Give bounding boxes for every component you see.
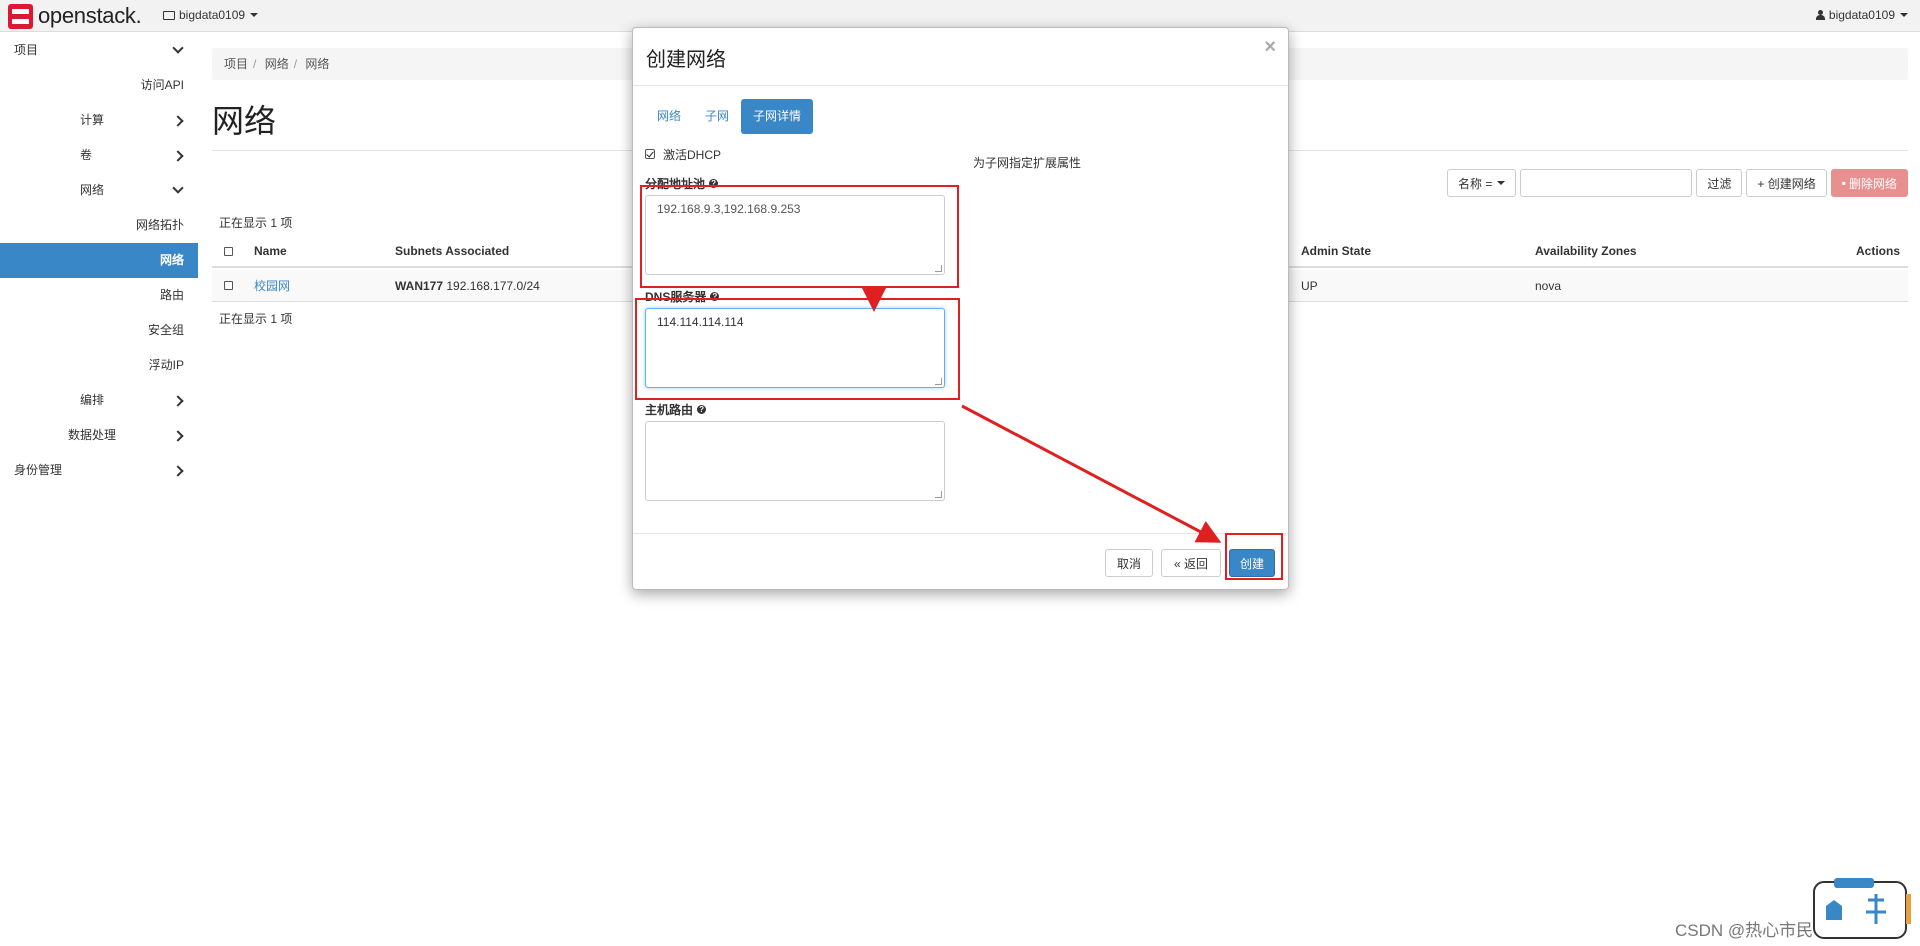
mascot-sticker-icon [1813, 878, 1911, 939]
annotation-arrows [862, 286, 1222, 543]
arrow-to-create [961, 404, 1222, 543]
